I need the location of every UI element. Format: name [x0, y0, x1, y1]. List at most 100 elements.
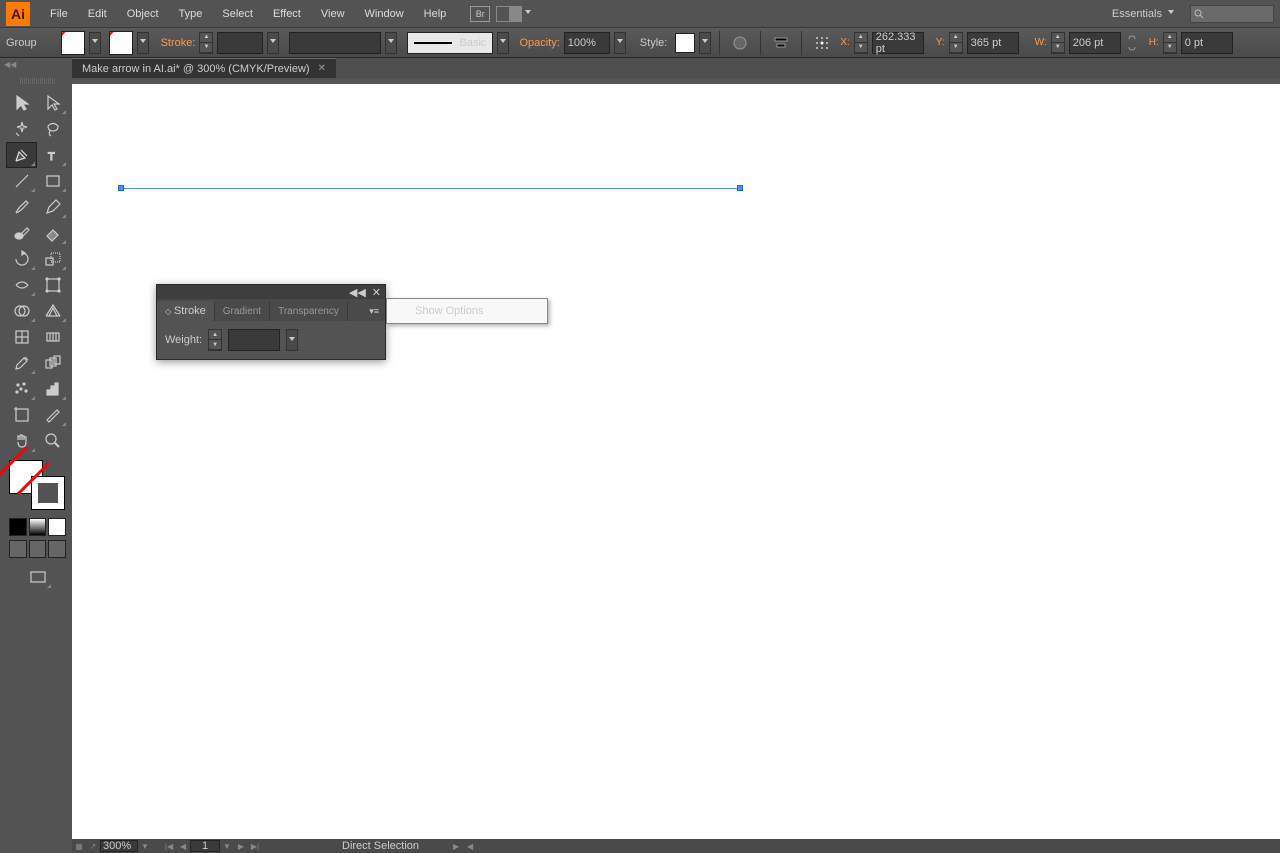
canvas[interactable] [72, 84, 1280, 839]
draw-normal-button[interactable] [9, 540, 27, 558]
search-input[interactable] [1190, 5, 1274, 23]
status-icon[interactable]: ↗ [86, 840, 100, 852]
menu-edit[interactable]: Edit [78, 0, 117, 28]
screen-mode-button[interactable] [22, 564, 53, 590]
draw-inside-button[interactable] [48, 540, 66, 558]
align-button[interactable] [769, 31, 793, 55]
w-stepper[interactable]: ▲▼ [1051, 32, 1065, 54]
tab-stroke[interactable]: ◇ Stroke [157, 301, 215, 321]
stroke-weight-dropdown[interactable] [267, 32, 279, 54]
line-segment-tool[interactable] [6, 168, 37, 194]
zoom-dropdown[interactable]: ▼ [138, 840, 152, 852]
current-tool-label: Direct Selection [342, 840, 419, 852]
last-artboard-button[interactable]: ▶| [248, 840, 262, 852]
fill-dropdown[interactable] [89, 32, 101, 54]
scroll-left-button[interactable]: ◀ [463, 840, 477, 852]
workspace-switcher[interactable]: Essentials [1102, 5, 1184, 23]
pencil-tool[interactable] [37, 194, 68, 220]
menu-file[interactable]: File [40, 0, 78, 28]
blob-brush-tool[interactable] [6, 220, 37, 246]
scale-tool[interactable] [37, 246, 68, 272]
h-stepper[interactable]: ▲▼ [1163, 32, 1177, 54]
status-dropdown[interactable]: ▶ [449, 840, 463, 852]
paintbrush-tool[interactable] [6, 194, 37, 220]
toolbox-grip[interactable] [20, 78, 56, 84]
color-mode-button[interactable] [9, 518, 27, 536]
stroke-indicator[interactable] [31, 476, 65, 510]
stroke-weight-stepper[interactable]: ▲▼ [199, 32, 213, 54]
menu-effect[interactable]: Effect [263, 0, 311, 28]
collapse-panels-icon[interactable]: ◀◀ [4, 60, 16, 69]
next-artboard-button[interactable]: ▶ [234, 840, 248, 852]
direct-selection-tool[interactable] [37, 90, 68, 116]
weight-field[interactable] [228, 329, 280, 351]
selection-tool[interactable] [6, 90, 37, 116]
fill-stroke-indicator[interactable] [9, 460, 65, 510]
chevron-down-icon [1168, 10, 1174, 17]
panel-titlebar[interactable]: ◀◀ ✕ [157, 285, 385, 299]
prev-artboard-button[interactable]: ◀ [176, 840, 190, 852]
pen-tool[interactable] [6, 142, 37, 168]
w-field[interactable]: 206 pt [1069, 32, 1121, 54]
x-stepper[interactable]: ▲▼ [854, 32, 868, 54]
collapse-icon[interactable]: ◀◀ [349, 286, 366, 299]
tab-transparency[interactable]: Transparency [270, 302, 348, 321]
graphic-style-swatch[interactable] [675, 33, 695, 53]
menu-select[interactable]: Select [212, 0, 263, 28]
zoom-tool[interactable] [37, 428, 68, 454]
opacity-field[interactable]: 100% [564, 32, 610, 54]
artboard-number-field[interactable]: 1 [190, 840, 220, 852]
menu-item-show-options[interactable]: Show Options [415, 305, 483, 317]
tab-gradient[interactable]: Gradient [215, 302, 270, 321]
artboard-dropdown[interactable]: ▼ [220, 840, 234, 852]
anchor-point[interactable] [737, 185, 743, 191]
variable-width-dropdown[interactable] [385, 32, 397, 54]
constrain-proportions-button[interactable] [1125, 31, 1143, 55]
y-stepper[interactable]: ▲▼ [949, 32, 963, 54]
rectangle-tool[interactable] [37, 168, 68, 194]
document-tab-bar: Make arrow in AI.ai* @ 300% (CMYK/Previe… [72, 58, 1280, 78]
menu-view[interactable]: View [311, 0, 355, 28]
magic-wand-tool[interactable] [6, 116, 37, 142]
selected-path[interactable] [120, 188, 740, 189]
brush-dropdown[interactable] [497, 32, 509, 54]
fill-swatch[interactable] [61, 31, 85, 55]
first-artboard-button[interactable]: |◀ [162, 840, 176, 852]
recolor-artwork-button[interactable] [728, 31, 752, 55]
stroke-weight-field[interactable] [217, 32, 263, 54]
style-dropdown[interactable] [699, 32, 711, 54]
stroke-dropdown[interactable] [137, 32, 149, 54]
weight-dropdown[interactable] [286, 329, 298, 351]
panel-menu-button[interactable]: ▾≡ [363, 302, 385, 321]
stroke-label: Stroke: [161, 37, 196, 49]
eraser-tool[interactable] [37, 220, 68, 246]
zoom-level-field[interactable]: 300% [100, 840, 138, 852]
menu-object[interactable]: Object [117, 0, 169, 28]
separator [760, 31, 761, 55]
h-field[interactable]: 0 pt [1181, 32, 1233, 54]
transform-reference-point[interactable] [810, 31, 834, 55]
bridge-icon[interactable]: Br [470, 6, 490, 22]
stroke-swatch[interactable] [109, 31, 133, 55]
variable-width-profile[interactable] [289, 32, 381, 54]
x-field[interactable]: 262.333 pt [872, 32, 924, 54]
draw-behind-button[interactable] [29, 540, 47, 558]
menu-type[interactable]: Type [169, 0, 213, 28]
y-field[interactable]: 365 pt [967, 32, 1019, 54]
menu-window[interactable]: Window [355, 0, 414, 28]
stroke-panel: ◀◀ ✕ ◇ Stroke Gradient Transparency ▾≡ W… [156, 284, 386, 360]
menu-help[interactable]: Help [414, 0, 457, 28]
opacity-dropdown[interactable] [614, 32, 626, 54]
brush-definition[interactable]: Basic [407, 32, 493, 54]
w-label: W: [1035, 37, 1047, 48]
type-tool[interactable]: T [37, 142, 68, 168]
artboard-tool[interactable] [6, 402, 37, 428]
lasso-tool[interactable] [37, 116, 68, 142]
status-icon[interactable]: ▦ [72, 840, 86, 852]
weight-stepper[interactable]: ▲▼ [208, 329, 222, 351]
close-icon[interactable]: ✕ [372, 286, 381, 299]
anchor-point[interactable] [118, 185, 124, 191]
document-tab[interactable]: Make arrow in AI.ai* @ 300% (CMYK/Previe… [72, 58, 336, 78]
close-icon[interactable]: ✕ [318, 63, 326, 74]
arrange-documents-button[interactable] [496, 6, 522, 22]
